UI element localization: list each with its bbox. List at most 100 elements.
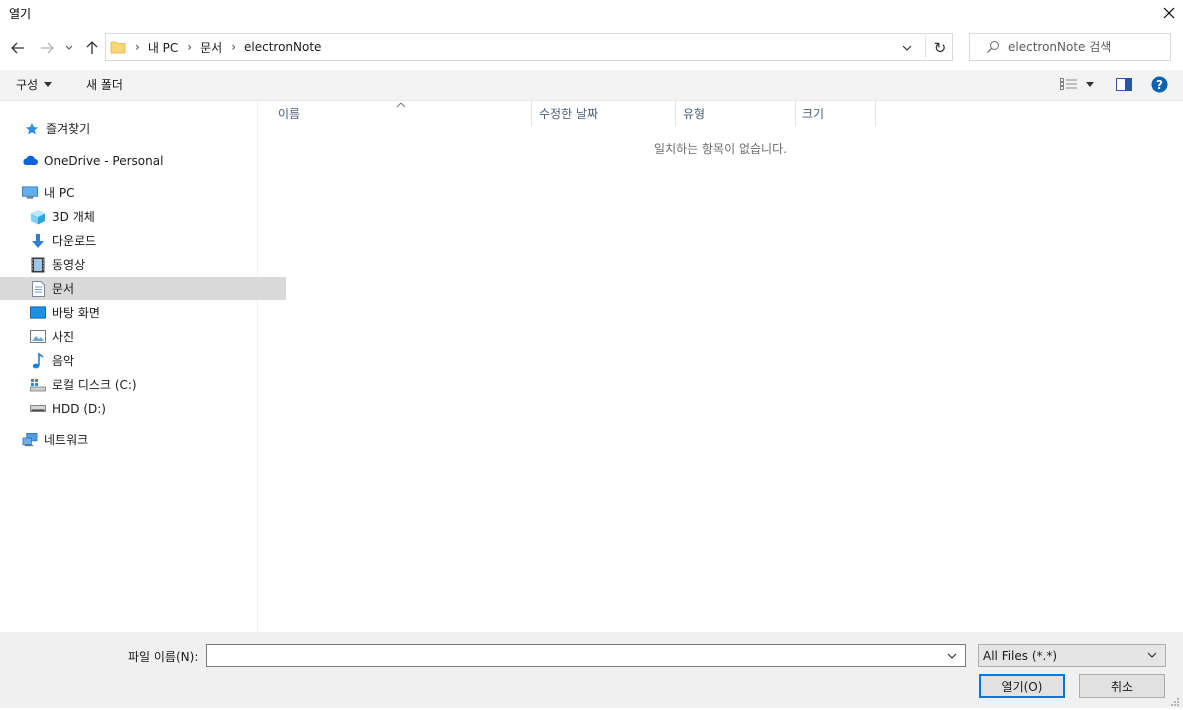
column-header-type[interactable]: 유형	[683, 101, 795, 126]
sidebar-item-this-pc[interactable]: 내 PC	[0, 181, 278, 204]
column-divider[interactable]	[531, 101, 532, 126]
hdd-icon	[30, 401, 46, 417]
column-header-name[interactable]: 이름	[278, 101, 531, 126]
sidebar-item-desktop[interactable]: 바탕 화면	[0, 301, 286, 324]
breadcrumb-separator[interactable]: ›	[135, 40, 140, 54]
up-button[interactable]	[81, 37, 103, 59]
organize-label: 구성	[16, 78, 39, 92]
refresh-icon: ↻	[933, 39, 947, 57]
svg-text:?: ?	[1156, 78, 1163, 92]
address-bar[interactable]: › 내 PC › 문서 › electronNote	[105, 33, 953, 61]
computer-icon	[22, 185, 38, 201]
document-icon	[30, 280, 46, 297]
new-folder-label: 새 폴더	[86, 78, 123, 92]
forward-button[interactable]	[36, 37, 58, 59]
column-label: 이름	[278, 107, 301, 121]
column-label: 수정한 날짜	[539, 107, 599, 121]
resize-grip-icon	[1171, 698, 1179, 706]
local-disk-icon	[30, 377, 46, 393]
sidebar-item-network[interactable]: 네트워크	[0, 428, 278, 451]
filename-input[interactable]	[211, 645, 941, 666]
close-button[interactable]	[1155, 0, 1183, 26]
view-options-button[interactable]	[1060, 78, 1094, 90]
sidebar-item-label: OneDrive - Personal	[44, 153, 164, 168]
search-input[interactable]	[1008, 34, 1166, 60]
sidebar-item-label: 내 PC	[44, 186, 75, 200]
organize-button[interactable]: 구성	[16, 76, 53, 93]
column-header-size[interactable]: 크기	[802, 101, 875, 126]
network-icon	[22, 432, 38, 448]
sidebar-item-label: 동영상	[52, 258, 86, 272]
cancel-button[interactable]: 취소	[1079, 674, 1165, 698]
close-icon	[1163, 7, 1175, 19]
music-icon	[30, 352, 46, 369]
sidebar-item-hdd-d[interactable]: HDD (D:)	[0, 397, 286, 420]
chevron-down-icon	[1147, 648, 1157, 665]
help-button[interactable]: ?	[1151, 76, 1168, 93]
file-type-value: All Files (*.*)	[983, 649, 1058, 663]
new-folder-button[interactable]: 새 폴더	[86, 76, 123, 93]
column-divider[interactable]	[675, 101, 676, 126]
sidebar-item-label: 네트워크	[44, 433, 89, 447]
caret-down-icon	[1086, 81, 1094, 87]
sidebar-item-label: 사진	[52, 330, 75, 344]
chevron-down-icon	[947, 653, 957, 659]
breadcrumb: › 내 PC › 문서 › electronNote	[106, 34, 321, 60]
column-divider[interactable]	[875, 101, 876, 126]
arrow-left-icon	[11, 42, 24, 54]
filename-label: 파일 이름(N):	[128, 650, 199, 664]
sidebar-item-videos[interactable]: 동영상	[0, 253, 286, 276]
sidebar-item-local-disk-c[interactable]: 로컬 디스크 (C:)	[0, 373, 286, 396]
sidebar-item-label: HDD (D:)	[52, 401, 106, 416]
sidebar-item-3d-objects[interactable]: 3D 개체	[0, 205, 286, 228]
sidebar-item-music[interactable]: 음악	[0, 349, 286, 372]
sidebar-item-documents[interactable]: 문서	[0, 277, 286, 300]
filename-combobox[interactable]	[206, 644, 966, 667]
caret-down-icon	[44, 82, 53, 87]
sidebar-item-pictures[interactable]: 사진	[0, 325, 286, 348]
video-icon	[30, 257, 46, 273]
download-icon	[30, 233, 46, 249]
help-icon: ?	[1151, 76, 1168, 93]
desktop-icon	[30, 305, 46, 321]
star-icon	[24, 121, 40, 137]
sidebar-item-label: 다운로드	[52, 234, 97, 248]
address-dropdown-button[interactable]	[895, 37, 919, 59]
breadcrumb-electronnote[interactable]: electronNote	[244, 40, 321, 54]
cloud-icon	[22, 153, 38, 169]
navigation-pane: 즐겨찾기 OneDrive - Personal 내 PC 3D 개체 다운로드…	[0, 101, 286, 632]
arrow-right-icon	[41, 42, 54, 54]
sidebar-item-label: 3D 개체	[52, 210, 95, 224]
sidebar-item-label: 즐겨찾기	[46, 122, 91, 136]
arrow-up-icon	[86, 41, 98, 54]
window-title: 열기	[9, 7, 32, 21]
breadcrumb-documents[interactable]: 문서	[200, 39, 222, 56]
chevron-down-icon	[65, 45, 73, 50]
sidebar-item-onedrive[interactable]: OneDrive - Personal	[0, 149, 278, 172]
sidebar-item-downloads[interactable]: 다운로드	[0, 229, 286, 252]
column-label: 크기	[802, 107, 825, 121]
cube-icon	[30, 209, 46, 225]
column-header-date-modified[interactable]: 수정한 날짜	[539, 101, 675, 126]
breadcrumb-separator[interactable]: ›	[187, 40, 192, 54]
details-view-icon	[1060, 78, 1077, 90]
open-button[interactable]: 열기(O)	[979, 674, 1065, 698]
preview-pane-icon	[1116, 78, 1132, 91]
recent-locations-button[interactable]	[61, 37, 77, 59]
search-box[interactable]	[969, 33, 1171, 61]
breadcrumb-my-pc[interactable]: 내 PC	[148, 39, 178, 56]
sidebar-item-favorites[interactable]: 즐겨찾기	[0, 117, 280, 140]
column-label: 유형	[683, 107, 706, 121]
file-type-select[interactable]: All Files (*.*)	[978, 644, 1166, 667]
sidebar-item-label: 음악	[52, 354, 75, 368]
sidebar-item-label: 바탕 화면	[52, 306, 100, 320]
breadcrumb-separator[interactable]: ›	[231, 40, 236, 54]
back-button[interactable]	[7, 37, 29, 59]
search-icon	[987, 41, 999, 53]
filename-dropdown-button[interactable]	[941, 645, 963, 666]
refresh-button[interactable]: ↻	[928, 37, 952, 59]
pictures-icon	[30, 329, 46, 345]
column-divider[interactable]	[795, 101, 796, 126]
preview-pane-button[interactable]	[1116, 78, 1132, 91]
title-bar: 열기	[0, 0, 1183, 27]
